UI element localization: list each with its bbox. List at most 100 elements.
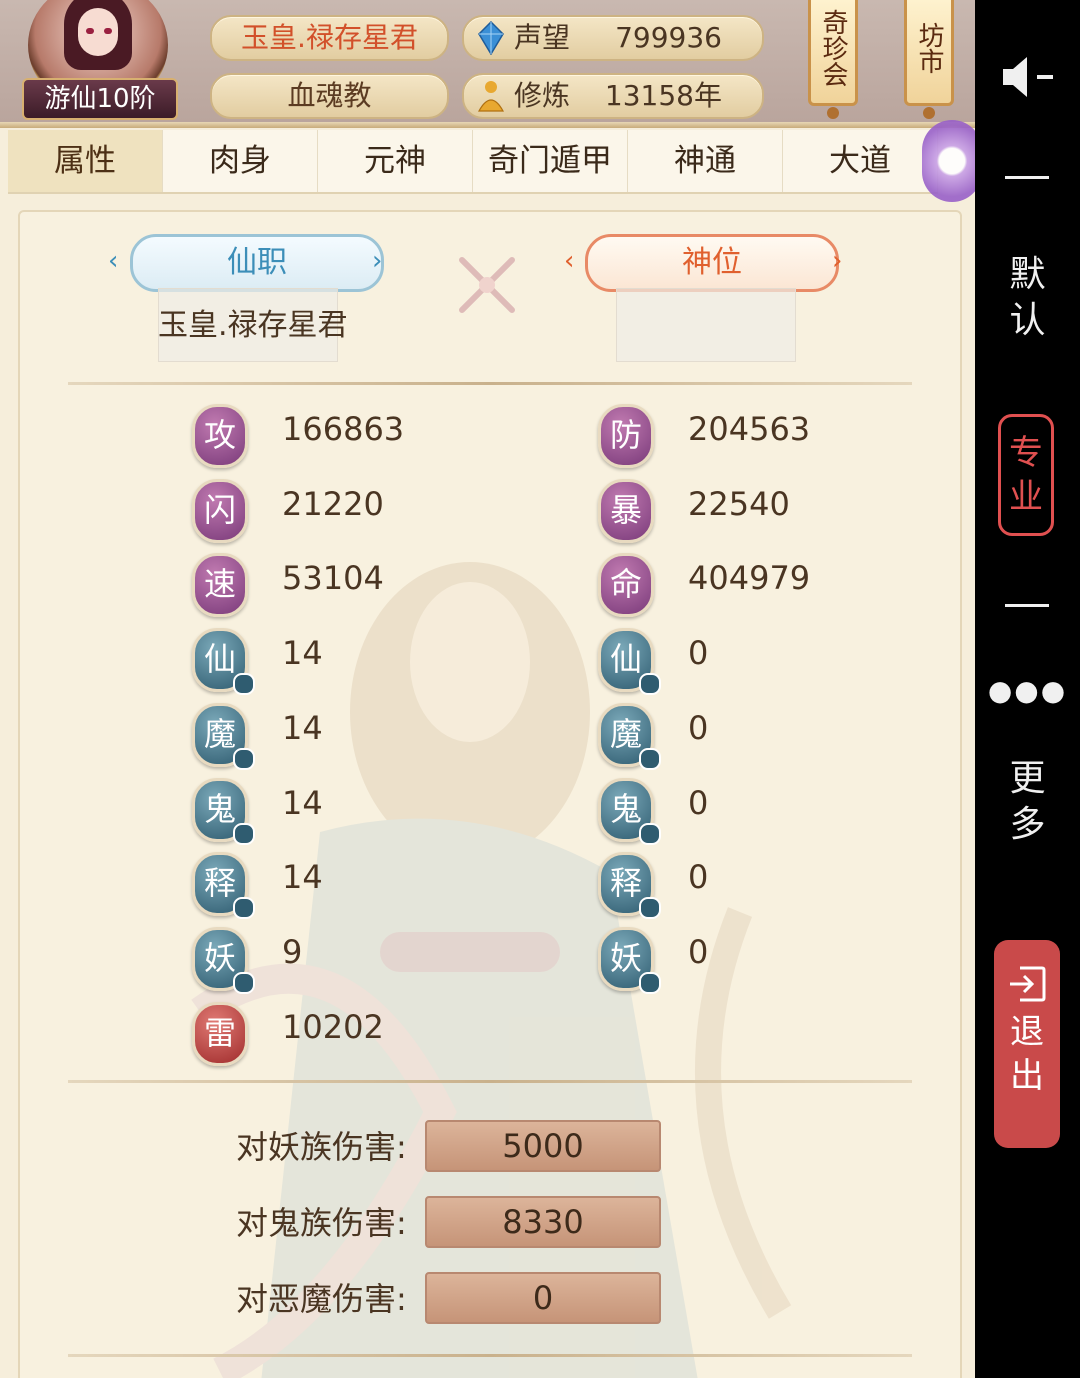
avatar-eye (86, 28, 94, 34)
stat-value: 14 (282, 634, 323, 673)
divider (68, 1354, 912, 1357)
damage-vs-fiend-value: 0 (425, 1272, 661, 1324)
tab-dao[interactable]: 大道 (783, 130, 938, 192)
damage-vs-demon-race-label: 对妖族伤害: (236, 1128, 407, 1166)
player-title: 玉皇.禄存星君 (210, 15, 449, 61)
rank-label: 游仙10阶 (22, 78, 178, 120)
sect-name: 血魂教 (210, 73, 449, 119)
stat-value: 9 (282, 932, 303, 971)
info-badge-icon (639, 747, 661, 770)
stat-value: 0 (688, 634, 709, 673)
info-badge-icon (639, 897, 661, 920)
chevron-left-icon[interactable]: ‹ (564, 246, 574, 276)
info-badge-icon (639, 822, 661, 845)
stat-value: 204563 (688, 410, 811, 448)
reputation-label: 声望 (514, 21, 571, 54)
game-screen: 游仙10阶 玉皇.禄存星君 血魂教 声望 799936 修炼 13158年 奇珍… (0, 0, 975, 1378)
treasure-fair-button[interactable]: 奇珍会 (808, 0, 858, 119)
tab-attributes[interactable]: 属性 (8, 130, 163, 192)
divine-rank-slot (616, 288, 796, 362)
stat-icon[interactable]: 鬼 (192, 777, 255, 845)
damage-vs-ghost-race-label: 对鬼族伤害: (236, 1204, 407, 1242)
stat-icon[interactable]: 闪 (192, 478, 248, 543)
info-badge-icon (233, 897, 255, 920)
tab-spirit[interactable]: 元神 (318, 130, 473, 192)
stat-icon[interactable]: 鬼 (598, 777, 661, 845)
info-badge-icon (233, 673, 255, 696)
pro-mode-label: 专业 (1009, 433, 1043, 517)
info-badge-icon (233, 822, 255, 845)
stat-icon[interactable]: 释 (192, 852, 255, 920)
avatar-eye (104, 28, 112, 34)
avatar-face (78, 8, 118, 56)
system-sidebar: 默认 ●●● 更多 (975, 0, 1080, 1378)
more-dots-icon[interactable]: ●●● (975, 668, 1080, 714)
stat-value: 14 (282, 858, 323, 897)
cultivation-value: 13158年 (604, 79, 722, 112)
crystal-icon (478, 21, 504, 55)
default-mode-label: 默认 (1009, 254, 1046, 341)
stat-icon[interactable]: 攻 (192, 404, 248, 468)
stat-icon[interactable]: 防 (598, 404, 654, 468)
stat-icon[interactable]: 魔 (598, 702, 661, 770)
stat-icon[interactable]: 仙 (192, 628, 255, 696)
attribute-panel: ‹ 仙职 › ‹ 神位 › 玉皇.禄存星君 攻 166863 闪 21220 速 5310… (18, 210, 962, 1378)
pro-mode-button[interactable]: 专业 (998, 414, 1054, 536)
stat-icon[interactable]: 速 (192, 553, 248, 618)
stat-value: 404979 (688, 559, 811, 598)
stat-value: 10202 (282, 1007, 384, 1046)
stat-value: 0 (688, 783, 709, 822)
stat-icon[interactable]: 妖 (192, 926, 255, 994)
stat-icon[interactable]: 命 (598, 553, 654, 618)
chevron-right-icon[interactable]: › (832, 246, 842, 276)
stat-value: 0 (688, 858, 709, 897)
stat-icon[interactable]: 妖 (598, 926, 661, 994)
reputation-value: 799936 (615, 21, 722, 54)
damage-vs-demon-race-value: 5000 (425, 1120, 661, 1172)
treasure-fair-label: 奇珍会 (818, 9, 848, 87)
cultivation-bar: 修炼 13158年 (462, 73, 764, 119)
tab-powers[interactable]: 神通 (628, 130, 783, 192)
divine-rank-button[interactable]: 神位 (585, 234, 839, 292)
stat-value: 14 (282, 708, 323, 747)
exit-icon (1010, 966, 1046, 1002)
banner-knob (923, 107, 935, 119)
meditation-icon (477, 81, 505, 112)
chevron-left-icon[interactable]: ‹ (108, 246, 118, 276)
stat-value: 0 (688, 932, 709, 971)
market-label: 坊市 (914, 22, 944, 74)
reputation-bar: 声望 799936 (462, 15, 764, 61)
stat-value: 22540 (688, 484, 790, 523)
stat-icon[interactable]: 魔 (192, 702, 255, 770)
volume-mute-icon[interactable] (999, 55, 1059, 99)
info-badge-icon (233, 747, 255, 770)
market-button[interactable]: 坊市 (904, 0, 954, 119)
separator (1005, 604, 1049, 607)
more-label: 更多 (1009, 758, 1046, 845)
stat-icon[interactable]: 释 (598, 852, 661, 920)
stat-icon[interactable]: 暴 (598, 478, 654, 543)
chevron-right-icon[interactable]: › (372, 246, 382, 276)
more-button[interactable]: 更多 (975, 756, 1080, 848)
default-mode-button[interactable]: 默认 (975, 252, 1080, 344)
side-badge-icon[interactable] (922, 120, 975, 202)
immortal-post-button[interactable]: 仙职 (130, 234, 384, 292)
exit-button[interactable]: 退出 (994, 940, 1060, 1148)
stat-value: 53104 (282, 559, 384, 598)
stat-value: 21220 (282, 484, 384, 523)
tab-body[interactable]: 肉身 (163, 130, 318, 192)
banner-knob (827, 107, 839, 119)
divider (68, 382, 912, 385)
cultivation-label: 修炼 (514, 79, 571, 112)
stat-value: 14 (282, 783, 323, 822)
tab-qimen[interactable]: 奇门遁甲 (473, 130, 628, 192)
immortal-post-value: 玉皇.禄存星君 (158, 308, 348, 343)
info-badge-icon (639, 971, 661, 994)
stat-icon[interactable]: 雷 (192, 1001, 248, 1066)
damage-vs-fiend-label: 对恶魔伤害: (236, 1280, 407, 1318)
info-badge-icon (233, 971, 255, 994)
damage-vs-ghost-race-value: 8330 (425, 1196, 661, 1248)
stat-icon[interactable]: 仙 (598, 628, 661, 696)
tab-bar: 属性 肉身 元神 奇门遁甲 神通 大道 (8, 130, 938, 194)
divider (68, 1080, 912, 1083)
